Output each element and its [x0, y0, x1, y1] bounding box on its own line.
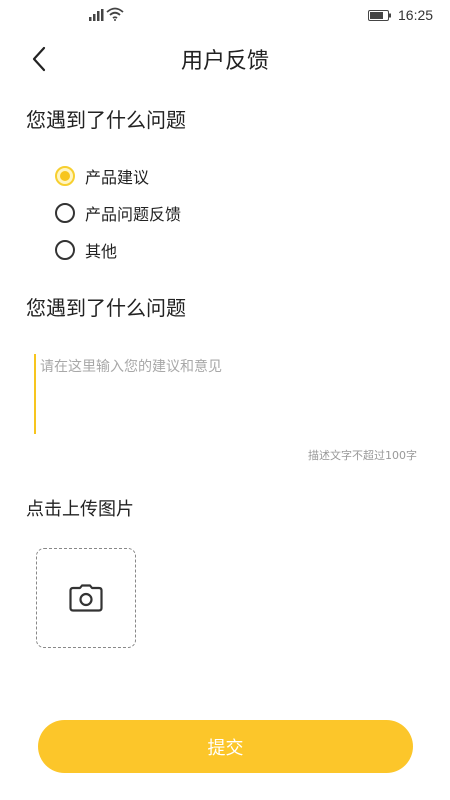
upload-image-button[interactable] — [36, 548, 136, 648]
radio-unselected-icon — [55, 202, 75, 223]
char-limit-hint: 描述文字不超过100字 — [308, 449, 417, 462]
signal-icon — [89, 9, 104, 21]
radio-option-other[interactable]: 其他 — [55, 231, 355, 268]
problem-type-radio-group: 产品建议 产品问题反馈 其他 — [55, 157, 355, 268]
camera-icon — [69, 584, 103, 612]
radio-label: 产品建议 — [85, 167, 150, 187]
submit-button[interactable]: 提交 — [38, 720, 413, 773]
feedback-textarea[interactable] — [34, 354, 414, 434]
description-title: 您遇到了什么问题 — [26, 296, 186, 320]
upload-title: 点击上传图片 — [26, 499, 134, 520]
status-time: 16:25 — [398, 7, 434, 23]
radio-option-product-suggestion[interactable]: 产品建议 — [55, 157, 355, 194]
header: 用户反馈 — [0, 30, 450, 86]
radio-label: 其他 — [85, 241, 118, 261]
wifi-icon — [106, 7, 124, 21]
radio-label: 产品问题反馈 — [85, 204, 182, 224]
status-bar: 16:25 — [0, 0, 450, 30]
radio-selected-icon — [55, 165, 75, 186]
page-title: 用户反馈 — [180, 49, 269, 74]
question-title: 您遇到了什么问题 — [26, 108, 186, 132]
battery-icon — [368, 10, 391, 21]
radio-unselected-icon — [55, 239, 75, 260]
radio-option-product-issue[interactable]: 产品问题反馈 — [55, 194, 355, 231]
